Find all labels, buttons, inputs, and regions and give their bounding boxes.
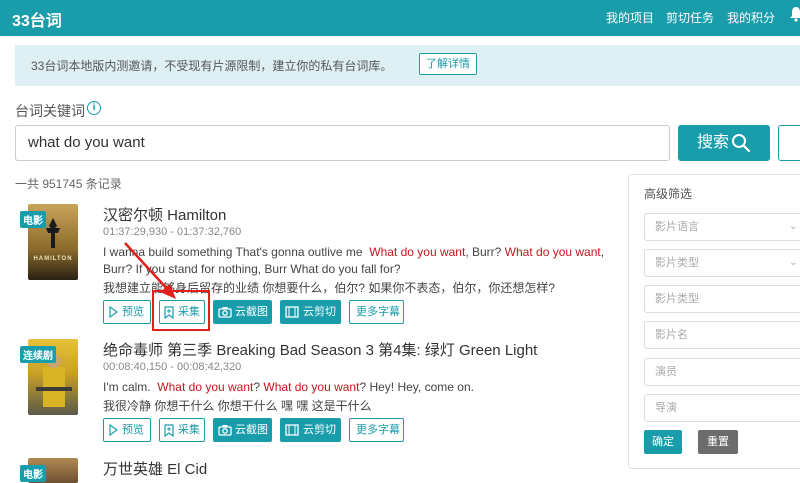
annotation-highlight-box — [152, 290, 210, 331]
result-title[interactable]: 汉密尔顿 Hamilton — [103, 204, 226, 225]
language-select[interactable]: 影片语言 ⌄ — [644, 213, 800, 241]
learn-more-button[interactable]: 了解详情 — [419, 53, 477, 75]
reset-button[interactable]: 重置 — [698, 430, 738, 454]
keyword-label: 台词关键词 — [15, 103, 85, 119]
play-icon — [109, 424, 118, 436]
notification-bell-icon[interactable] — [790, 6, 800, 25]
cloud-screenshot-button[interactable]: 云截图 — [213, 418, 272, 442]
type-input[interactable]: 影片类型 — [644, 285, 800, 313]
type-badge: 电影 — [20, 211, 46, 228]
english-subtitle: I wanna build something That's gonna out… — [103, 245, 605, 259]
cloud-cut-button[interactable]: 云剪切 — [280, 418, 341, 442]
preview-button[interactable]: 预览 — [103, 418, 151, 442]
search-button[interactable]: 搜索 — [678, 125, 770, 161]
top-nav-bar: 33台词 我的项目 剪切任务 我的积分 — [0, 0, 800, 36]
search-icon — [732, 134, 751, 153]
info-icon[interactable]: i — [87, 101, 101, 115]
secondary-search-button[interactable] — [778, 125, 800, 161]
more-subtitles-button[interactable]: 更多字幕 — [349, 418, 404, 442]
nav-cut-tasks[interactable]: 剪切任务 — [666, 9, 714, 26]
nav-my-projects[interactable]: 我的项目 — [606, 9, 654, 26]
cloud-screenshot-button[interactable]: 云截图 — [213, 300, 272, 324]
film-icon — [285, 424, 299, 436]
preview-button[interactable]: 预览 — [103, 300, 151, 324]
cloud-cut-button[interactable]: 云剪切 — [280, 300, 341, 324]
film-icon — [285, 306, 299, 318]
result-title[interactable]: 万世英雄 El Cid — [103, 458, 207, 479]
chevron-down-icon: ⌄ — [789, 257, 798, 268]
result-timecode: 00:08:40,150 - 00:08:42,320 — [103, 361, 242, 373]
type-badge: 连续剧 — [20, 346, 56, 363]
advanced-filter-panel: 高级筛选 影片语言 ⌄ 影片类型 ⌄ 影片类型 影片名 演员 导演 确定 重置 — [628, 174, 800, 469]
notice-text: 33台词本地版内测邀请，不受现有片源限制，建立你的私有台词库。 — [31, 59, 393, 73]
more-subtitles-button[interactable]: 更多字幕 — [349, 300, 404, 324]
invite-notice: 33台词本地版内测邀请，不受现有片源限制，建立你的私有台词库。 了解详情 — [15, 45, 800, 86]
result-title[interactable]: 绝命毒师 第三季 Breaking Bad Season 3 第4集: 绿灯 G… — [103, 339, 537, 360]
camera-icon — [218, 425, 232, 436]
bookmark-icon — [164, 424, 174, 437]
play-icon — [109, 306, 118, 318]
confirm-button[interactable]: 确定 — [644, 430, 682, 454]
poster-caption: HAMILTON — [33, 256, 73, 262]
director-input[interactable]: 导演 — [644, 394, 800, 422]
camera-icon — [218, 307, 232, 318]
total-count: 一共 951745 条记录 — [15, 177, 122, 191]
search-button-label: 搜索 — [697, 134, 730, 151]
filter-title: 高级筛选 — [644, 187, 693, 201]
english-subtitle: I'm calm. What do you want? What do you … — [103, 380, 474, 394]
collect-button[interactable]: 采集 — [159, 418, 205, 442]
type-badge: 电影 — [20, 465, 46, 482]
genre-select[interactable]: 影片类型 ⌄ — [644, 249, 800, 277]
chevron-down-icon: ⌄ — [789, 221, 798, 232]
title-input[interactable]: 影片名 — [644, 321, 800, 349]
brand-logo[interactable]: 33台词 — [12, 7, 62, 31]
search-input[interactable]: what do you want — [15, 125, 670, 161]
result-timecode: 01:37:29,930 - 01:37:32,760 — [103, 226, 242, 238]
nav-my-points[interactable]: 我的积分 — [727, 9, 775, 26]
chinese-subtitle: 我很冷静 你想干什么 你想干什么 嘿 嘿 这是干什么 — [103, 399, 372, 413]
english-subtitle-cont: Burr? If you stand for nothing, Burr Wha… — [103, 262, 401, 276]
actor-input[interactable]: 演员 — [644, 358, 800, 386]
